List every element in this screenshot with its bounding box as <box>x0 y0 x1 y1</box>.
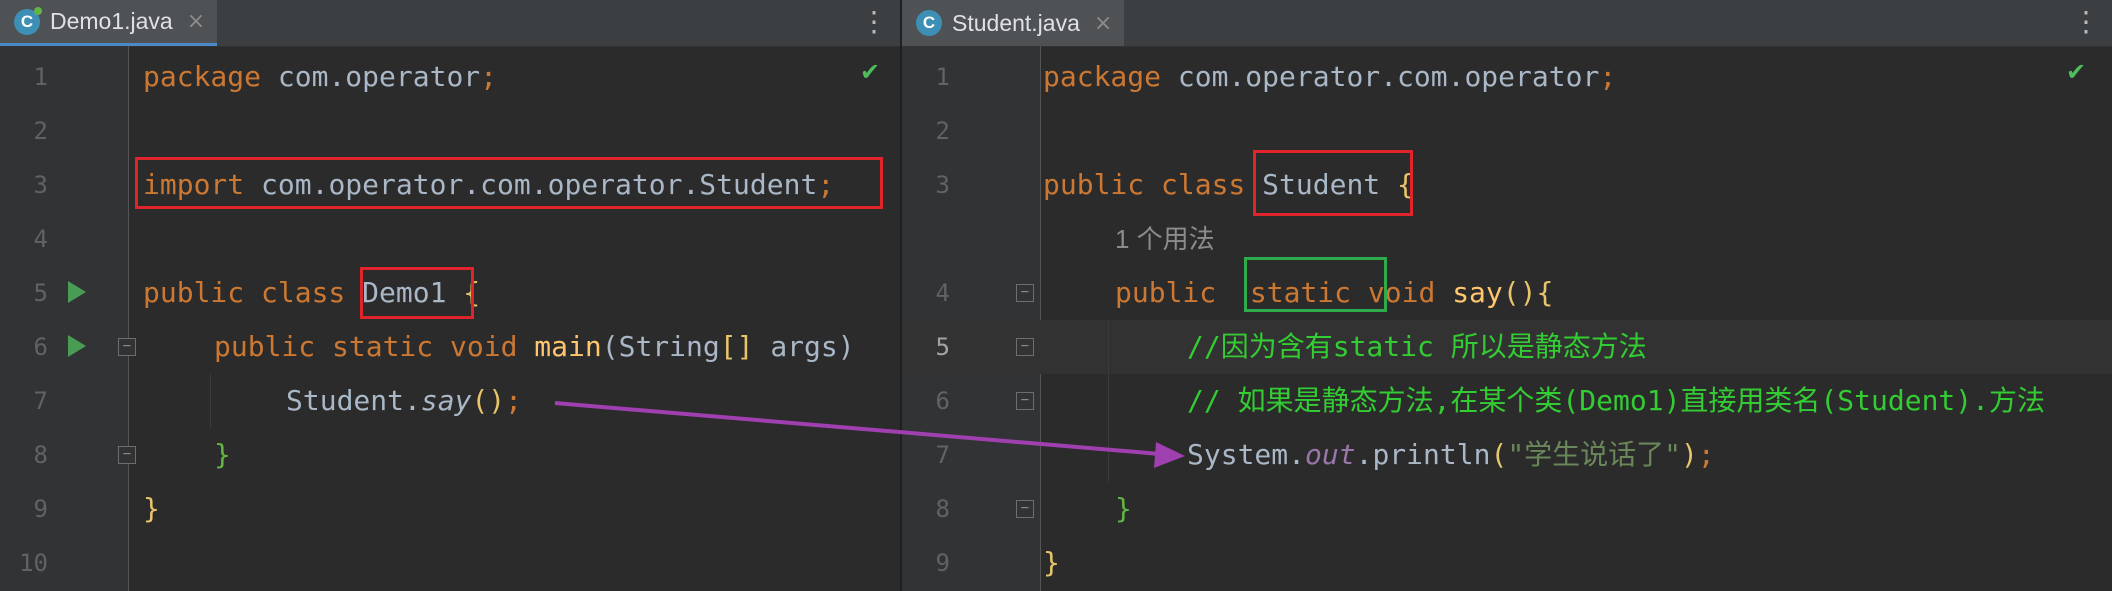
code-line-8: } <box>1115 492 1132 525</box>
line-number: 7 <box>935 441 950 469</box>
right-tab-bar: C Student.java × ⋮ <box>902 0 2112 47</box>
run-main-icon[interactable] <box>68 335 86 357</box>
code-line-6: public static void main(String[] args) <box>214 330 855 363</box>
line-number: 8 <box>935 495 950 523</box>
fold-collapse-icon[interactable]: − <box>118 338 136 356</box>
no-problems-check-icon[interactable]: ✔ <box>860 58 880 86</box>
code-line-1: package com.operator; <box>143 60 498 93</box>
code-line-8: } <box>214 438 231 471</box>
line-number: 2 <box>935 117 950 145</box>
fold-end-icon[interactable]: − <box>1016 392 1034 410</box>
line-number: 6 <box>33 333 48 361</box>
java-class-icon: C <box>916 10 942 36</box>
close-tab-icon[interactable]: × <box>187 9 205 34</box>
tab-demo1-java[interactable]: C Demo1.java × <box>0 0 218 46</box>
line-number: 9 <box>33 495 48 523</box>
line-number: 3 <box>33 171 48 199</box>
annotation-static-box <box>1244 257 1387 312</box>
no-problems-check-icon[interactable]: ✔ <box>2066 58 2086 86</box>
fold-end-icon[interactable]: − <box>1016 500 1034 518</box>
close-tab-icon[interactable]: × <box>1094 11 1112 36</box>
code-line-7: System.out.println("学生说话了"); <box>1187 438 1715 471</box>
line-number: 7 <box>33 387 48 415</box>
line-number: 5 <box>935 333 950 361</box>
line-number: 4 <box>935 279 950 307</box>
java-class-icon: C <box>14 6 42 35</box>
line-number: 1 <box>935 63 950 91</box>
line-number: 10 <box>19 549 48 577</box>
line-number: 6 <box>935 387 950 415</box>
usage-inlay-hint[interactable]: 1 个用法 <box>1115 212 1215 266</box>
code-line-1: package com.operator.com.operator; <box>1043 60 1617 93</box>
line-number: 2 <box>33 117 48 145</box>
more-options-icon[interactable]: ⋮ <box>2072 4 2100 40</box>
annotation-student-box <box>1253 150 1413 216</box>
tab-label: Demo1.java <box>50 8 173 34</box>
fold-end-icon[interactable]: − <box>118 446 136 464</box>
run-class-icon[interactable] <box>68 281 86 303</box>
annotation-demo1-box <box>360 267 474 319</box>
tab-label: Student.java <box>952 9 1080 36</box>
line-number: 5 <box>33 279 48 307</box>
line-number: 8 <box>33 441 48 469</box>
tab-student-java[interactable]: C Student.java × <box>902 0 1125 46</box>
left-editor-pane: C Demo1.java × ⋮ 1 2 3 4 5 6 7 8 9 10 − … <box>0 0 900 591</box>
more-options-icon[interactable]: ⋮ <box>860 4 888 40</box>
fold-collapse-icon[interactable]: − <box>1016 284 1034 302</box>
line-number: 4 <box>33 225 48 253</box>
code-line-6-comment: // 如果是静态方法,在某个类(Demo1)直接用类名(Student).方法 <box>1187 384 2046 417</box>
code-line-5-comment: //因为含有static 所以是静态方法 <box>1187 330 1647 363</box>
code-line-7: Student.say(); <box>286 384 523 417</box>
code-line-9: } <box>1043 546 1060 579</box>
fold-collapse-icon[interactable]: − <box>1016 338 1034 356</box>
code-line-9: } <box>143 492 160 525</box>
annotation-import-box <box>135 157 883 209</box>
line-number: 1 <box>33 63 48 91</box>
line-number: 3 <box>935 171 950 199</box>
line-number: 9 <box>935 549 950 577</box>
right-editor-pane: C Student.java × ⋮ 1 2 3 4 5 6 7 8 9 − −… <box>902 0 2112 591</box>
left-tab-bar: C Demo1.java × ⋮ <box>0 0 900 47</box>
